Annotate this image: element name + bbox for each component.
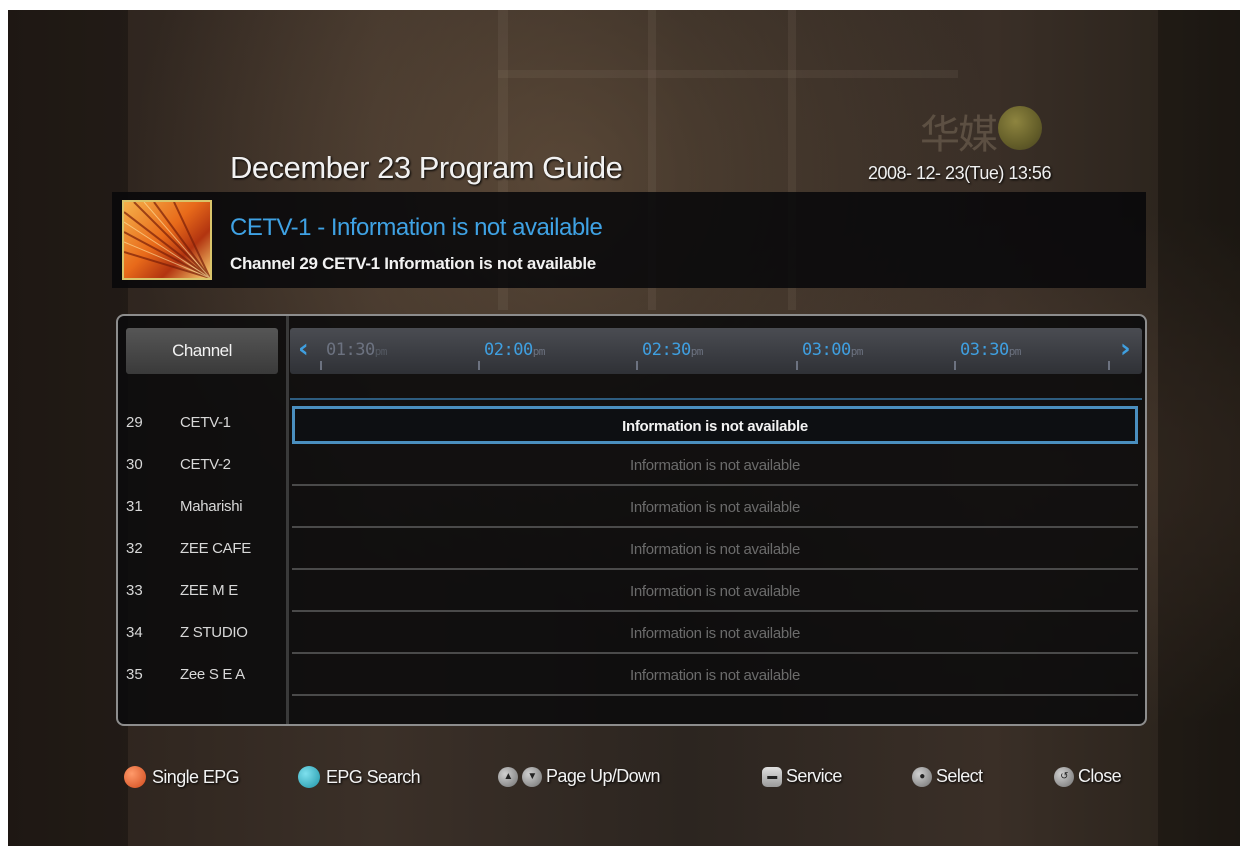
timeline-tick: [954, 361, 956, 370]
single-epg-label: Single EPG: [152, 766, 240, 787]
channel-number: 31: [126, 498, 143, 515]
channel-name: Maharishi: [180, 498, 243, 515]
timeline-tick: [1108, 361, 1110, 370]
channel-logo-text: 华媒: [920, 112, 998, 158]
back-key-icon: ↺: [1054, 766, 1074, 787]
channel-name: Z STUDIO: [180, 624, 248, 641]
channel-row[interactable]: 32 ZEE CAFE Information is not available: [118, 530, 1145, 572]
channel-name: ZEE M E: [180, 582, 238, 599]
timeline-tick: [478, 361, 480, 370]
timeline-tick: [320, 361, 322, 370]
channel-name: ZEE CAFE: [180, 540, 251, 557]
key-legend: Single EPG EPG Search ▲ ▼ Page Up/Down ▬…: [8, 762, 1240, 802]
chevron-right-icon[interactable]: ›: [1120, 334, 1131, 364]
channel-number: 34: [126, 624, 143, 641]
close-label: Close: [1078, 766, 1122, 786]
channel-number: 30: [126, 456, 143, 473]
program-title: CETV-1 - Information is not available: [230, 214, 603, 241]
program-cell[interactable]: Information is not available: [292, 658, 1138, 696]
background-shadow-left: [8, 10, 128, 846]
channel-logo-ball: [998, 106, 1042, 150]
service-label: Service: [786, 766, 842, 786]
flower-icon: [124, 202, 210, 278]
timeline-underline: [290, 398, 1142, 400]
channel-column-header: Channel: [126, 328, 278, 374]
channel-number: 35: [126, 666, 143, 683]
time-slot: 03:30pm: [960, 340, 1021, 360]
channel-row[interactable]: 30 CETV-2 Information is not available: [118, 446, 1145, 488]
channel-thumbnail: [122, 200, 212, 280]
program-info-panel: CETV-1 - Information is not available Ch…: [112, 192, 1146, 288]
channel-row[interactable]: 35 Zee S E A Information is not availabl…: [118, 656, 1145, 698]
program-cell[interactable]: Information is not available: [292, 532, 1138, 570]
background-shadow-right: [1158, 10, 1240, 846]
time-slot: 01:30pm: [326, 340, 387, 360]
service-button[interactable]: ▬ Service: [762, 766, 842, 787]
down-key-icon: ▼: [522, 766, 542, 787]
channel-name: CETV-2: [180, 456, 231, 473]
select-label: Select: [936, 766, 983, 786]
epg-search-button[interactable]: EPG Search: [298, 766, 421, 788]
service-key-icon: ▬: [762, 766, 782, 787]
channel-row[interactable]: 31 Maharishi Information is not availabl…: [118, 488, 1145, 530]
program-description: Channel 29 CETV-1 Information is not ava…: [230, 254, 596, 273]
red-key-icon: [124, 766, 146, 788]
current-datetime: 2008- 12- 23(Tue) 13:56: [868, 163, 1051, 183]
single-epg-button[interactable]: Single EPG: [124, 766, 240, 788]
up-key-icon: ▲: [498, 766, 518, 787]
timeline-bar: ‹ 01:30pm 02:00pm 02:30pm 03:00pm 03:30p…: [290, 328, 1142, 374]
program-cell[interactable]: Information is not available: [292, 574, 1138, 612]
channel-number: 33: [126, 582, 143, 599]
timeline-tick: [636, 361, 638, 370]
timeline-tick: [796, 361, 798, 370]
cyan-key-icon: [298, 766, 320, 788]
page-up-down-label: Page Up/Down: [546, 766, 660, 786]
epg-grid: Channel ‹ 01:30pm 02:00pm 02:30pm 03:00p…: [116, 314, 1147, 726]
select-button[interactable]: ● Select: [912, 766, 983, 787]
page-title: December 23 Program Guide: [230, 150, 623, 185]
tv-screen: 华媒 December 23 Program Guide 2008- 12- 2…: [8, 10, 1240, 846]
background-frame: [498, 70, 958, 78]
channel-name: CETV-1: [180, 414, 231, 431]
channel-row[interactable]: 29 CETV-1 Information is not available: [118, 404, 1145, 446]
channel-number: 29: [126, 414, 143, 431]
program-cell[interactable]: Information is not available: [292, 616, 1138, 654]
channel-logo: 华媒: [920, 98, 1050, 158]
time-slot: 02:00pm: [484, 340, 545, 360]
epg-search-label: EPG Search: [326, 766, 421, 787]
channel-number: 32: [126, 540, 143, 557]
channel-name: Zee S E A: [180, 666, 245, 683]
chevron-left-icon[interactable]: ‹: [298, 334, 309, 364]
time-slot: 03:00pm: [802, 340, 863, 360]
program-cell[interactable]: Information is not available: [292, 490, 1138, 528]
channel-row[interactable]: 34 Z STUDIO Information is not available: [118, 614, 1145, 656]
ok-key-icon: ●: [912, 766, 932, 787]
time-slot: 02:30pm: [642, 340, 703, 360]
page-up-down-button[interactable]: ▲ ▼ Page Up/Down: [498, 766, 660, 787]
close-button[interactable]: ↺ Close: [1054, 766, 1122, 787]
channel-row[interactable]: 33 ZEE M E Information is not available: [118, 572, 1145, 614]
program-cell[interactable]: Information is not available: [292, 448, 1138, 486]
program-cell[interactable]: Information is not available: [292, 406, 1138, 444]
